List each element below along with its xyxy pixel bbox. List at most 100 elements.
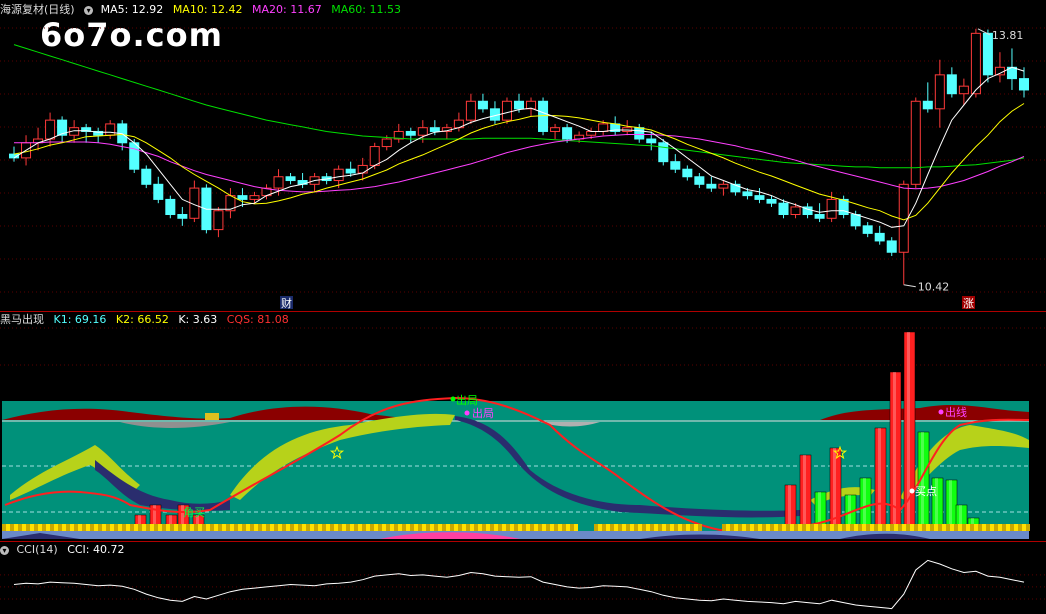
signal-strip-cell [910, 524, 914, 531]
signal-strip-cell [394, 524, 398, 531]
signal-strip-cell [542, 524, 546, 531]
signal-strip-cell [250, 524, 254, 531]
signal-strip-cell [274, 524, 278, 531]
signal-strip-cell [166, 524, 170, 531]
candle-body [285, 176, 296, 182]
signal-strip-cell [158, 524, 162, 531]
cci-line [13, 559, 1025, 610]
signal-strip-cell [778, 524, 782, 531]
signal-strip-cell [986, 524, 990, 531]
signal-strip-cell [942, 524, 946, 531]
signal-strip-cell [206, 524, 210, 531]
signal-strip-cell [1010, 524, 1014, 531]
signal-strip-cell [138, 524, 142, 531]
signal-strip-cell [958, 524, 962, 531]
candle-body [790, 206, 801, 216]
signal-strip-cell [1002, 524, 1006, 531]
signal-strip-cell [470, 524, 474, 531]
signal-strip-cell [454, 524, 458, 531]
signal-strip-cell [518, 524, 522, 531]
signal-strip-cell [970, 524, 974, 531]
candle-body [465, 100, 476, 121]
signal-strip-cell [1026, 524, 1030, 531]
signal-strip-cell [418, 524, 422, 531]
candle-body [766, 198, 777, 204]
signal-strip-cell [1022, 524, 1026, 531]
signal-strip-cell [602, 524, 606, 531]
signal-strip-cell [946, 524, 950, 531]
signal-strip-cell [370, 524, 374, 531]
signal-strip-cell [570, 524, 574, 531]
signal-strip-cell [466, 524, 470, 531]
signal-strip-cell [354, 524, 358, 531]
signal-strip-cell [878, 524, 882, 531]
candle-body [141, 168, 152, 185]
candle-body [874, 232, 885, 242]
signal-strip-cell [434, 524, 438, 531]
candle-body [922, 100, 933, 110]
chart-canvas[interactable]: 13.8110.42财 涨出局出局 出线买点角买 [0, 0, 1046, 614]
candle-body [165, 198, 176, 216]
signal-strip-cell [530, 524, 534, 531]
signal-strip-cell [686, 524, 690, 531]
signal-strip-cell [730, 524, 734, 531]
signal-strip-cell [202, 524, 206, 531]
candle-body [946, 74, 957, 95]
signal-strip-cell [446, 524, 450, 531]
signal-strip-cell [246, 524, 250, 531]
signal-strip-cell [558, 524, 562, 531]
signal-strip-cell [302, 524, 306, 531]
signal-strip-cell [918, 524, 922, 531]
signal-strip-cell [786, 524, 790, 531]
signal-strip-cell [782, 524, 786, 531]
candle-body [429, 127, 440, 132]
signal-strip-cell [846, 524, 850, 531]
signal-strip-cell [190, 524, 194, 531]
signal-strip-cell [230, 524, 234, 531]
signal-strip-cell [462, 524, 466, 531]
candle-body [273, 176, 284, 189]
signal-strip-cell [666, 524, 670, 531]
signal-strip-cell [746, 524, 750, 531]
candle-body [562, 127, 573, 140]
signal-strip-cell [810, 524, 814, 531]
signal-strip-cell [622, 524, 626, 531]
signal-strip-cell [886, 524, 890, 531]
signal-strip-cell [974, 524, 978, 531]
signal-strip-cell [214, 524, 218, 531]
signal-dot [909, 488, 915, 494]
signal-strip-cell [682, 524, 686, 531]
indicator-bar-highlight [907, 332, 910, 533]
signal-strip-cell [994, 524, 998, 531]
signal-strip-cell [46, 524, 50, 531]
signal-strip-cell [62, 524, 66, 531]
signal-strip-cell [242, 524, 246, 531]
candle-body [598, 123, 609, 132]
candle-body [826, 198, 837, 219]
candle-body [910, 100, 921, 185]
signal-strip-cell [750, 524, 754, 531]
signal-strip-cell [150, 524, 154, 531]
signal-strip-cell [162, 524, 166, 531]
signal-strip-cell [494, 524, 498, 531]
signal-strip-cell [646, 524, 650, 531]
candle-body [658, 142, 669, 163]
signal-strip-cell [10, 524, 14, 531]
signal-strip-cell [774, 524, 778, 531]
signal-strip-cell [330, 524, 334, 531]
signal-strip-cell [802, 524, 806, 531]
candle-body [754, 195, 765, 200]
signal-strip-cell [546, 524, 550, 531]
signal-strip-cell [282, 524, 286, 531]
signal-strip-cell [506, 524, 510, 531]
signal-strip-cell [174, 524, 178, 531]
signal-strip-cell [254, 524, 258, 531]
low-price-label: 10.42 [918, 281, 950, 294]
signal-strip-cell [398, 524, 402, 531]
gold-marker [205, 413, 219, 420]
signal-strip-cell [154, 524, 158, 531]
signal-strip-cell [638, 524, 642, 531]
candle-body [153, 183, 164, 200]
signal-strip-cell [322, 524, 326, 531]
signal-strip-cell [94, 524, 98, 531]
